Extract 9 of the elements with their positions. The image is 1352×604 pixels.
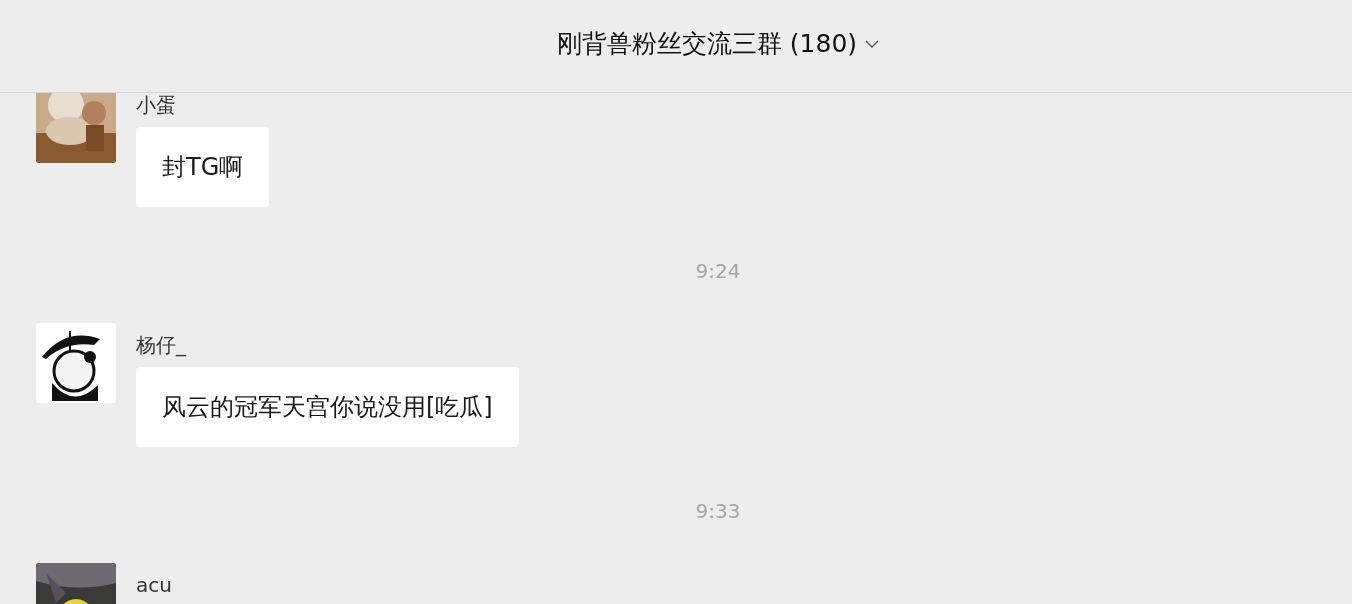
chevron-down-icon[interactable] — [865, 40, 880, 49]
sender-name: acu — [136, 573, 172, 597]
timestamp: 9:24 — [695, 261, 741, 281]
message-bubble: 风云的冠军天宫你说没用[吃瓜] — [136, 367, 519, 447]
message-bubble: 封TG啊 — [136, 127, 270, 207]
sender-name: 杨仔_ — [136, 333, 186, 357]
chat-title[interactable]: 刚背兽粉丝交流三群 (180) — [556, 26, 858, 60]
sender-name: 小蛋 — [136, 93, 176, 117]
timestamp: 9:33 — [695, 501, 741, 521]
